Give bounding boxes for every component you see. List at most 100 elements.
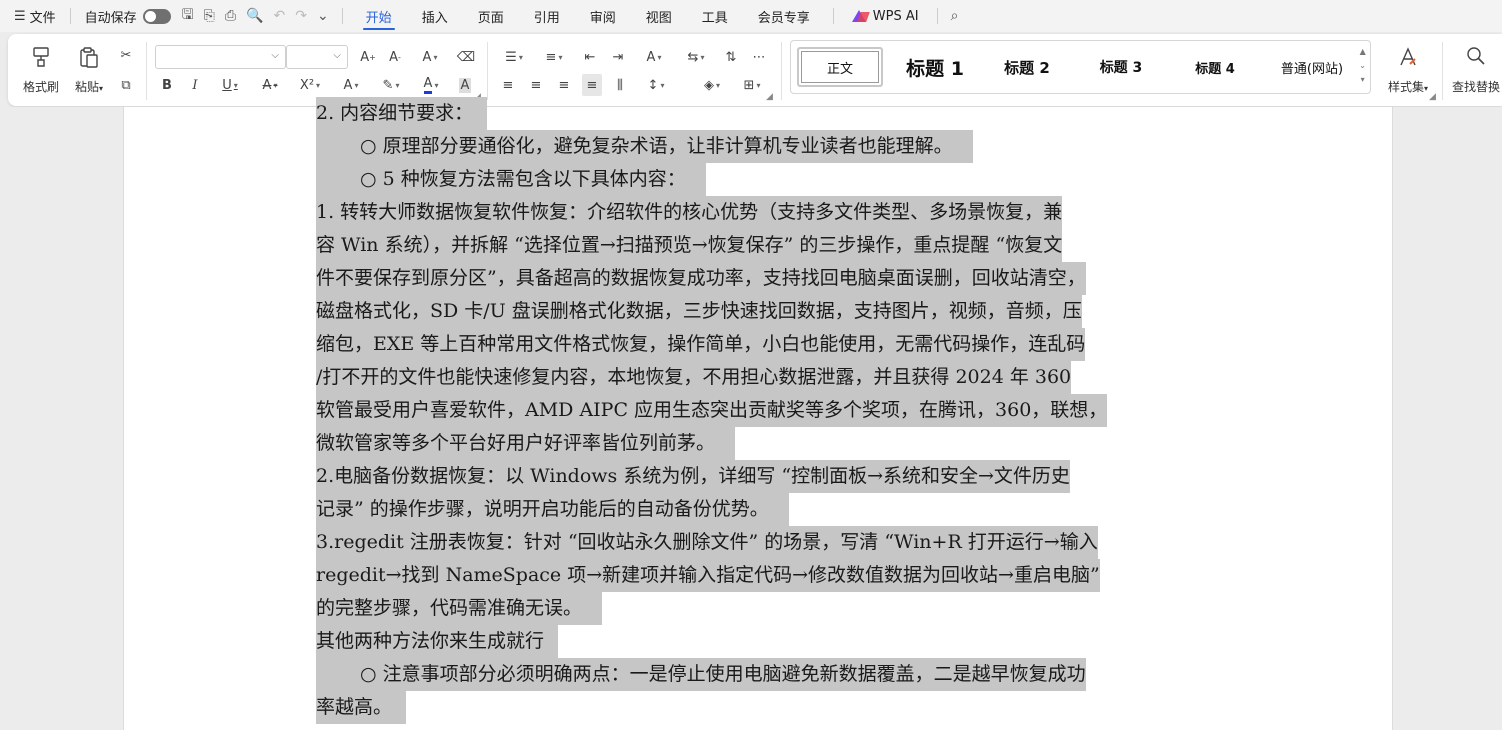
align-center-icon[interactable]: ≡ (526, 74, 546, 96)
style-normal[interactable]: 正文 (797, 47, 883, 87)
doc-line[interactable]: 2.电脑备份数据恢复：以 Windows 系统为例，详细写 “控制面板→系统和安… (316, 460, 1070, 493)
doc-line[interactable]: 微软管家等多个平台好用户好评率皆位列前茅。 (316, 427, 736, 460)
doc-line[interactable]: regedit→找到 NameSpace 项→新建项并输入指定代码→修改数值数据… (316, 559, 1100, 592)
clear-format-icon[interactable]: ⌫ (456, 46, 476, 68)
border-icon[interactable]: ⊞ ▾ (736, 74, 768, 96)
line-text: 软管最受用户喜爱软件，AMD AIPC 应用生态突出贡献奖等多个奖项，在腾讯，3… (316, 394, 1108, 427)
tab-references[interactable]: 引用 (519, 0, 575, 32)
customize-chevron-icon[interactable]: ⌄ (312, 8, 334, 24)
doc-line[interactable]: 率越高。 (316, 691, 407, 724)
italic-icon[interactable]: I (185, 74, 205, 96)
doc-line[interactable]: 3.regedit 注册表恢复：针对 “回收站永久删除文件” 的场景，写清 “W… (316, 526, 1098, 559)
line-text: regedit→找到 NameSpace 项→新建项并输入指定代码→修改数值数据… (316, 559, 1100, 592)
font-size-select[interactable]: ⌵ (286, 45, 348, 69)
style-normal-web[interactable]: 普通(网站) (1267, 47, 1357, 87)
print-preview-icon[interactable]: 🔍 (241, 8, 268, 24)
line-text: ○ 5 种恢复方法需包含以下具体内容： (316, 163, 706, 196)
justify-icon[interactable]: ≡ (582, 74, 602, 96)
find-replace-button[interactable]: 查找替换 (1450, 40, 1502, 100)
tab-tools[interactable]: 工具 (687, 0, 743, 32)
doc-line[interactable]: 磁盘格式化，SD 卡/U 盘误删格式化数据，三步快速找回数据，支持图片，视频，音… (316, 295, 1082, 328)
doc-line[interactable]: 容 Win 系统），并拆解 “选择位置→扫描预览→恢复保存” 的三步操作，重点提… (316, 229, 1063, 262)
line-text: 率越高。 (316, 691, 407, 724)
doc-line[interactable]: 的完整步骤，代码需准确无误。 (316, 592, 603, 625)
tab-view[interactable]: 视图 (631, 0, 687, 32)
increase-indent-icon[interactable]: ⇥ (608, 46, 628, 68)
doc-line[interactable]: 件不要保存到原分区”，具备超高的数据恢复成功率，支持找回电脑桌面误删，回收站清空… (316, 262, 1086, 295)
text-effect-icon[interactable]: A ▾ (335, 74, 367, 96)
print-icon[interactable]: ⎙ (220, 8, 241, 24)
toggle-switch-icon[interactable] (142, 8, 171, 24)
divider (832, 8, 834, 24)
format-painter-button[interactable]: 格式刷 (18, 40, 64, 100)
doc-line[interactable]: /打不开的文件也能快速修复内容，本地恢复，不用担心数据泄露，并且获得 2024 … (316, 361, 1072, 394)
redo-icon[interactable]: ↷ (290, 8, 312, 24)
tab-page[interactable]: 页面 (463, 0, 519, 32)
style-heading-4[interactable]: 标题 4 (1175, 47, 1255, 87)
wps-ai-logo-icon (851, 10, 868, 22)
increase-font-icon[interactable]: A + (358, 46, 378, 68)
tab-review[interactable]: 审阅 (575, 0, 631, 32)
decrease-font-icon[interactable]: A- (385, 46, 405, 68)
doc-line[interactable]: ○ 原理部分要通俗化，避免复杂术语，让非计算机专业读者也能理解。 (316, 130, 973, 163)
line-spacing-icon[interactable]: ↕ ▾ (640, 74, 672, 96)
decrease-indent-icon[interactable]: ⇤ (580, 46, 600, 68)
copy-icon[interactable]: ⧉ (116, 74, 136, 96)
font-name-select[interactable]: ⌵ (155, 45, 286, 69)
doc-line[interactable]: 记录” 的操作步骤，说明开启功能后的自动备份优势。 (316, 493, 789, 526)
align-left-icon[interactable]: ≡ (498, 74, 518, 96)
doc-line[interactable]: 缩包，EXE 等上百种常用文件格式恢复，操作简单，小白也能使用，无需代码操作，连… (316, 328, 1086, 361)
bullet-list-icon[interactable]: ☰ ▾ (498, 46, 530, 68)
styles-dialog-launcher-icon[interactable]: ◢ (1429, 92, 1436, 102)
font-color-icon[interactable]: A ▾ (415, 74, 447, 96)
share-icon[interactable]: ⎘ (199, 8, 220, 24)
ribbon-toolbar: 格式刷 粘贴▾ ✂ ⧉ ⌵ ⌵ A + A- A ▾ ⌫ B I U ▾ A ▾ X² ▾… (8, 34, 1502, 106)
tab-insert[interactable]: 插入 (407, 0, 463, 32)
doc-line[interactable]: 2. 内容细节要求： (316, 97, 488, 130)
text-direction-icon[interactable]: A ▾ (638, 46, 670, 68)
doc-line[interactable]: 1. 转转大师数据恢复软件恢复：介绍软件的核心优势（支持多文件类型、多场景恢复，… (316, 196, 1063, 229)
strikethrough-icon[interactable]: A ▾ (254, 74, 286, 96)
undo-icon[interactable]: ↶ (268, 8, 290, 24)
show-marks-icon[interactable]: ⋯ (749, 46, 769, 68)
save-icon[interactable]: 🖫 (177, 4, 199, 28)
style-set-button[interactable]: 样式集▾ (1380, 40, 1436, 100)
highlight-icon[interactable]: ✎ ▾ (375, 74, 407, 96)
line-text: ○ 注意事项部分必须明确两点：一是停止使用电脑避免新数据覆盖，二是越早恢复成功 (316, 658, 1086, 691)
superscript-icon[interactable]: X² ▾ (294, 74, 326, 96)
style-heading-1[interactable]: 标题 1 (895, 47, 975, 87)
doc-line[interactable]: 软管最受用户喜爱软件，AMD AIPC 应用生态突出贡献奖等多个奖项，在腾讯，3… (316, 394, 1108, 427)
cut-icon[interactable]: ✂ (116, 44, 136, 66)
line-text: ○ 原理部分要通俗化，避免复杂术语，让非计算机专业读者也能理解。 (316, 130, 973, 163)
text-direction-swap-icon[interactable]: ⇆ ▾ (680, 46, 712, 68)
file-menu[interactable]: ☰ 文件 (0, 0, 62, 32)
align-right-icon[interactable]: ≡ (554, 74, 574, 96)
tab-home[interactable]: 开始 (351, 0, 407, 32)
bold-icon[interactable]: B (157, 74, 177, 96)
line-text: 记录” 的操作步骤，说明开启功能后的自动备份优势。 (316, 493, 789, 526)
doc-line[interactable]: 其他两种方法你来生成就行 (316, 625, 559, 658)
paragraph-dialog-launcher-icon[interactable]: ◢ (766, 92, 773, 102)
gallery-scroll-icon[interactable]: ▲ ⌄ ▾ (1359, 45, 1366, 87)
numbered-list-icon[interactable]: ≡ ▾ (538, 46, 570, 68)
autosave-toggle[interactable]: 自动保存 (79, 0, 177, 32)
search-icon[interactable]: ⌕ (946, 8, 964, 24)
underline-icon[interactable]: U ▾ (214, 74, 246, 96)
shading-icon[interactable]: ◈ ▾ (696, 74, 728, 96)
doc-line[interactable]: ○ 5 种恢复方法需包含以下具体内容： (316, 163, 706, 196)
paste-button[interactable]: 粘贴▾ (66, 40, 112, 100)
distributed-icon[interactable]: ⫼ (610, 74, 630, 96)
style-heading-2[interactable]: 标题 2 (987, 47, 1067, 87)
line-text: 的完整步骤，代码需准确无误。 (316, 592, 603, 625)
line-text: 容 Win 系统），并拆解 “选择位置→扫描预览→恢复保存” 的三步操作，重点提… (316, 229, 1063, 262)
style-set-text: 样式集 (1387, 80, 1424, 94)
tab-member[interactable]: 会员专享 (743, 0, 825, 32)
phonetic-guide-icon[interactable]: A ▾ (414, 46, 446, 68)
doc-line[interactable]: ○ 注意事项部分必须明确两点：一是停止使用电脑避免新数据覆盖，二是越早恢复成功 (316, 658, 1086, 691)
wps-ai-button[interactable]: WPS AI (842, 9, 929, 24)
sort-icon[interactable]: ⇅ (721, 46, 741, 68)
line-text: 磁盘格式化，SD 卡/U 盘误删格式化数据，三步快速找回数据，支持图片，视频，音… (316, 295, 1082, 328)
magnifier-icon (1463, 44, 1489, 70)
style-heading-3[interactable]: 标题 3 (1081, 47, 1161, 87)
character-shading-icon[interactable]: A (455, 74, 475, 96)
